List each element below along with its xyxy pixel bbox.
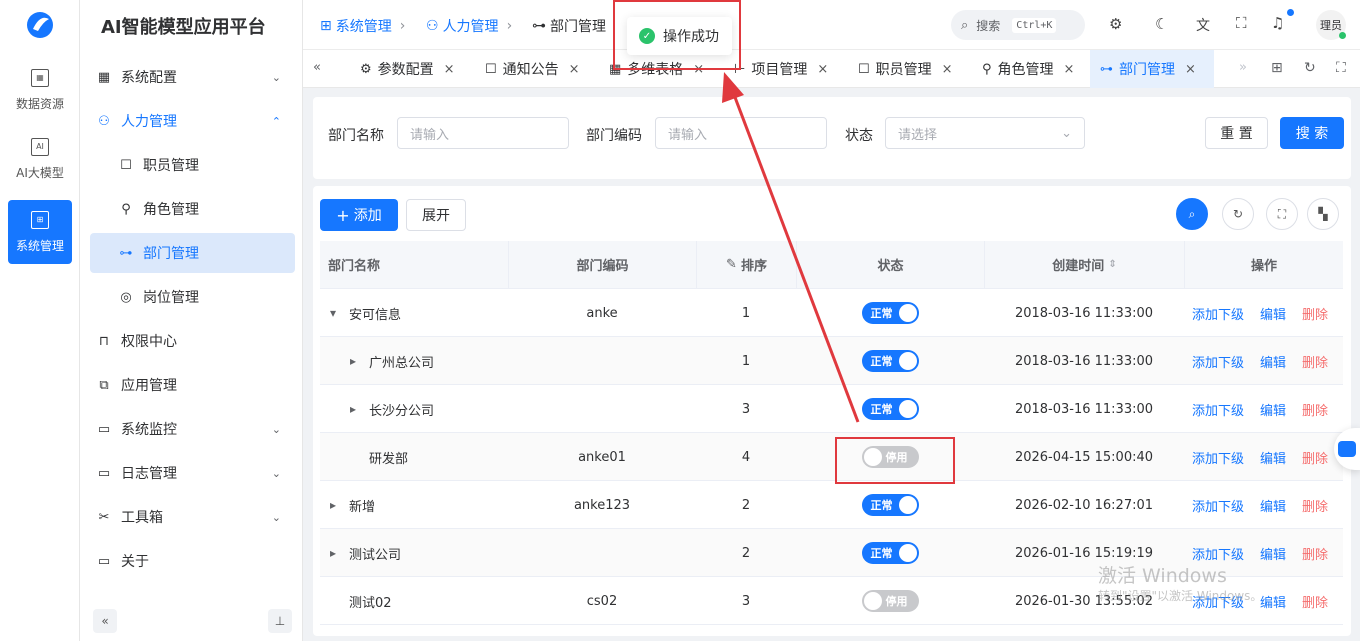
annotation-arrow bbox=[722, 72, 860, 423]
watermark-title: 激活 Windows bbox=[1098, 565, 1227, 587]
bot-glyph bbox=[1338, 441, 1356, 457]
watermark-subtitle: 转到"设置"以激活 Windows。 bbox=[1098, 589, 1263, 603]
